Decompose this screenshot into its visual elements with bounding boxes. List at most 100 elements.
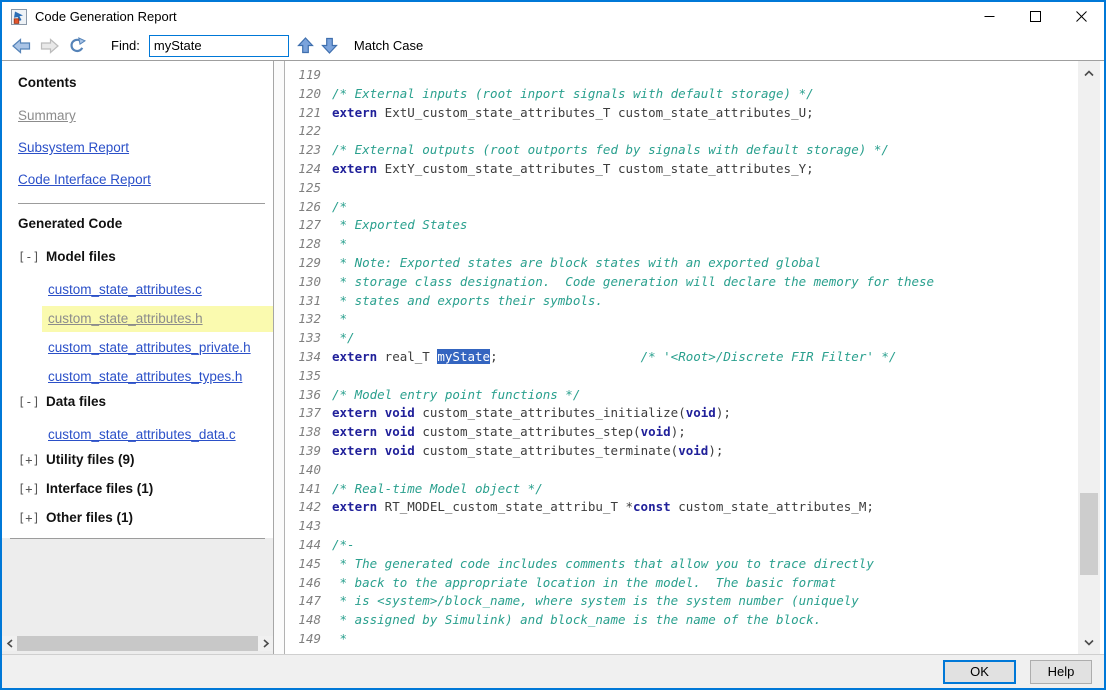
code-line: 145 * The generated code includes commen…	[293, 555, 1074, 574]
sidebar-link-subsystem-report[interactable]: Subsystem Report	[18, 140, 129, 155]
collapse-icon[interactable]: [-]	[18, 395, 46, 409]
line-number: 143	[293, 517, 321, 536]
code-line: 139 extern void custom_state_attributes_t…	[293, 442, 1074, 461]
code-line: 130 * storage class designation. Code ge…	[293, 273, 1074, 292]
code-line: 149 *	[293, 630, 1074, 649]
sidebar-link-code-interface-report[interactable]: Code Interface Report	[18, 172, 151, 187]
back-arrow-icon[interactable]	[12, 38, 31, 54]
scroll-up-icon[interactable]	[1078, 65, 1100, 81]
find-previous-icon[interactable]	[297, 37, 314, 54]
code-text: /* External inputs (root inport signals …	[332, 85, 814, 104]
close-button[interactable]	[1058, 2, 1104, 31]
main-area: Contents SummarySubsystem ReportCode Int…	[2, 61, 1104, 654]
scrollbar-thumb[interactable]	[1080, 493, 1098, 575]
code-text: /*	[332, 198, 347, 217]
code-text: * Exported States	[332, 216, 467, 235]
line-number: 139	[293, 442, 321, 461]
code-line: 124extern ExtY_custom_state_attributes_T…	[293, 160, 1074, 179]
code-vertical-scrollbar[interactable]	[1078, 61, 1100, 654]
sidebar-content: Contents SummarySubsystem ReportCode Int…	[2, 61, 273, 538]
sidebar-divider	[18, 203, 265, 204]
code-line: 132 *	[293, 310, 1074, 329]
help-button[interactable]: Help	[1030, 660, 1092, 684]
code-text: extern ExtY_custom_state_attributes_T cu…	[332, 160, 814, 179]
line-number: 126	[293, 198, 321, 217]
code-text: extern void custom_state_attributes_term…	[332, 442, 723, 461]
find-input[interactable]	[149, 35, 289, 57]
file-link-custom-state-attributes-types-h[interactable]: custom_state_attributes_types.h	[48, 369, 242, 384]
file-group-label-data-files: Data files	[46, 394, 106, 409]
code-token: void	[385, 405, 415, 420]
code-token: /* External inputs (root inport signals …	[332, 86, 814, 101]
expand-icon[interactable]: [+]	[18, 511, 46, 525]
minimize-button[interactable]	[966, 2, 1012, 31]
code-token: /* '<Root>/Discrete FIR Filter' */	[641, 349, 897, 364]
line-number: 148	[293, 611, 321, 630]
code-token: /* Real-time Model object */	[332, 481, 543, 496]
code-token: void	[678, 443, 708, 458]
line-number: 125	[293, 179, 321, 198]
file-group-label-other-files-1: Other files (1)	[46, 510, 133, 525]
code-token	[377, 405, 385, 420]
simulink-report-icon	[10, 8, 28, 26]
line-number: 129	[293, 254, 321, 273]
file-row: custom_state_attributes_data.c	[18, 422, 273, 448]
refresh-icon[interactable]	[68, 37, 86, 54]
file-link-custom-state-attributes-h[interactable]: custom_state_attributes.h	[48, 311, 203, 326]
code-token: extern	[332, 443, 377, 458]
file-link-custom-state-attributes-c[interactable]: custom_state_attributes.c	[48, 282, 202, 297]
maximize-button[interactable]	[1012, 2, 1058, 31]
code-token: * storage class designation. Code genera…	[332, 274, 934, 289]
file-group: [+]Interface files (1)	[18, 480, 273, 498]
scrollbar-thumb[interactable]	[17, 636, 258, 651]
scroll-left-icon[interactable]	[2, 636, 17, 651]
line-number: 135	[293, 367, 321, 386]
file-link-custom-state-attributes-data-c[interactable]: custom_state_attributes_data.c	[48, 427, 236, 442]
code-line: 140	[293, 461, 1074, 480]
code-line: 131 * states and exports their symbols.	[293, 292, 1074, 311]
generated-code-heading: Generated Code	[18, 216, 273, 231]
match-case-toggle[interactable]: Match Case	[354, 38, 423, 53]
code-line: 138extern void custom_state_attributes_s…	[293, 423, 1074, 442]
expand-icon[interactable]: [+]	[18, 453, 46, 467]
sidebar-horizontal-scrollbar[interactable]	[2, 636, 273, 651]
line-number: 147	[293, 592, 321, 611]
code-line: 134extern real_T myState; /* '<Root>/Dis…	[293, 348, 1074, 367]
line-number: 145	[293, 555, 321, 574]
code-token: void	[385, 424, 415, 439]
line-number: 132	[293, 310, 321, 329]
pane-splitter[interactable]	[274, 61, 284, 654]
code-token	[377, 424, 385, 439]
find-next-icon[interactable]	[321, 37, 338, 54]
contents-item: Code Interface Report	[18, 171, 273, 189]
code-text: extern RT_MODEL_custom_state_attribu_T *…	[332, 498, 874, 517]
code-token: ExtY_custom_state_attributes_T custom_st…	[377, 161, 814, 176]
window-title: Code Generation Report	[35, 9, 177, 24]
file-link-custom-state-attributes-private-h[interactable]: custom_state_attributes_private.h	[48, 340, 251, 355]
ok-button[interactable]: OK	[943, 660, 1016, 684]
code-text: /* External outputs (root outports fed b…	[332, 141, 889, 160]
contents-item: Subsystem Report	[18, 139, 273, 157]
code-text: extern void custom_state_attributes_init…	[332, 404, 731, 423]
scroll-right-icon[interactable]	[258, 636, 273, 651]
code-token: extern	[332, 405, 377, 420]
collapse-icon[interactable]: [-]	[18, 250, 46, 264]
code-line: 121extern ExtU_custom_state_attributes_T…	[293, 104, 1074, 123]
code-token: void	[385, 443, 415, 458]
titlebar: Code Generation Report	[2, 2, 1104, 31]
code-line: 129 * Note: Exported states are block st…	[293, 254, 1074, 273]
code-line: 123/* External outputs (root outports fe…	[293, 141, 1074, 160]
line-number: 136	[293, 386, 321, 405]
code-line: 119	[293, 66, 1074, 85]
expand-icon[interactable]: [+]	[18, 482, 46, 496]
code-text: * assigned by Simulink) and block_name i…	[332, 611, 821, 630]
sidebar-link-summary[interactable]: Summary	[18, 108, 76, 123]
code-line: 142 extern RT_MODEL_custom_state_attribu_…	[293, 498, 1074, 517]
scroll-down-icon[interactable]	[1078, 634, 1100, 650]
code-token: custom_state_attributes_step(	[415, 424, 641, 439]
file-row: custom_state_attributes.h	[42, 306, 273, 332]
line-number: 142	[293, 498, 321, 517]
line-number: 128	[293, 235, 321, 254]
line-number: 120	[293, 85, 321, 104]
code-line: 137extern void custom_state_attributes_i…	[293, 404, 1074, 423]
